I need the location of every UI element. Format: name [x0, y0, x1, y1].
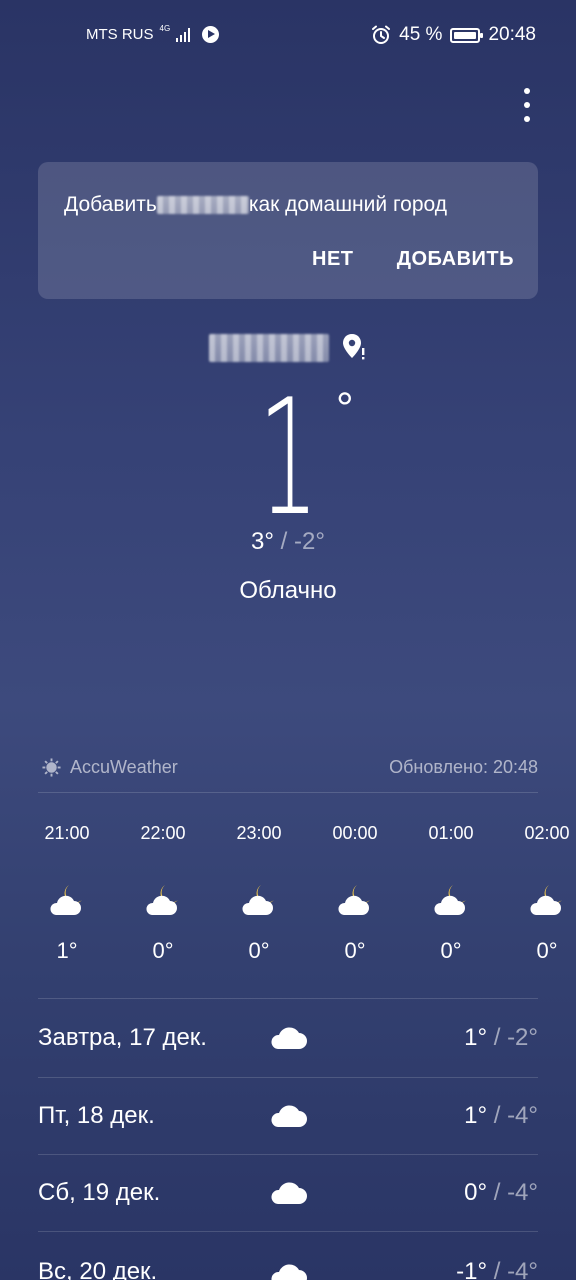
clock: 20:48 — [488, 24, 536, 45]
accuweather-logo-icon — [42, 758, 61, 777]
current-temperature-degree: ° — [336, 384, 354, 433]
status-right: 45 % 20:48 — [371, 24, 536, 46]
hourly-temp: 0° — [152, 938, 174, 963]
add-button[interactable]: ДОБАВИТЬ — [397, 248, 514, 271]
hourly-item: 01:00 0° — [406, 818, 496, 964]
daily-low: -4° — [507, 1102, 538, 1129]
hourly-item: 21:00 1° — [22, 818, 112, 964]
location-pin-icon — [343, 334, 365, 360]
updated-time: Обновлено: 20:48 — [389, 757, 538, 777]
network-type: 4G — [159, 24, 171, 33]
daily-row[interactable]: Сб, 19 дек. 0° / -4° — [38, 1154, 538, 1232]
daily-date: Сб, 19 дек. — [38, 1179, 161, 1206]
current-condition: Облачно — [239, 577, 337, 604]
daily-date: Вс, 20 дек. — [38, 1258, 158, 1280]
today-low: -2° — [294, 528, 325, 555]
today-high: 3° — [251, 528, 274, 555]
daily-date: Пт, 18 дек. — [38, 1102, 155, 1129]
hourly-temp: 0° — [440, 938, 462, 963]
hourly-time: 23:00 — [236, 823, 282, 843]
daily-high: 0° — [464, 1179, 488, 1206]
alarm-icon — [372, 25, 391, 44]
daily-low: -2° — [507, 1024, 538, 1051]
battery-percent: 45 % — [399, 24, 443, 45]
daily-separator: / — [487, 1258, 508, 1280]
daily-high: 1° — [464, 1024, 488, 1051]
hourly-forecast[interactable]: 21:00 1° 22:00 0° 23:00 0° 00:00 0° 01:0… — [0, 818, 576, 978]
cloud-icon — [271, 1027, 307, 1049]
hourly-temp: 0° — [536, 938, 558, 963]
hourly-item: 00:00 0° — [310, 818, 400, 964]
hourly-time: 02:00 — [524, 823, 570, 843]
daily-low: -4° — [507, 1258, 538, 1280]
partly-cloudy-night-icon — [530, 885, 562, 915]
hourly-item: 02:00 0° — [502, 818, 576, 964]
daily-row[interactable]: Пт, 18 дек. 1° / -4° — [38, 1077, 538, 1155]
today-high-low: 3° / -2° — [0, 528, 576, 556]
status-bar: MTS RUS 4G 45 % 20:48 — [0, 0, 576, 72]
status-left: MTS RUS 4G — [86, 24, 220, 43]
hourly-time: 01:00 — [428, 823, 474, 843]
partly-cloudy-night-icon — [242, 885, 274, 915]
more-options-icon[interactable] — [516, 88, 538, 122]
carrier-label: MTS RUS — [86, 26, 154, 43]
hourly-time: 00:00 — [332, 823, 378, 843]
current-temperature: 1 — [258, 364, 320, 551]
divider — [38, 792, 538, 793]
cloud-icon — [271, 1182, 307, 1204]
daily-high: -1° — [456, 1258, 488, 1280]
partly-cloudy-night-icon — [146, 885, 178, 915]
provider-name: AccuWeather — [70, 757, 178, 777]
hourly-temp: 1° — [56, 938, 78, 963]
partly-cloudy-night-icon — [338, 885, 370, 915]
daily-temps: 1° / -4° — [464, 1102, 538, 1130]
hourly-item: 22:00 0° — [118, 818, 208, 964]
prompt-text-prefix: Добавить — [64, 193, 157, 216]
provider[interactable]: AccuWeather — [42, 757, 178, 778]
partly-cloudy-night-icon — [50, 885, 82, 915]
daily-row[interactable]: Завтра, 17 дек. 1° / -2° — [38, 999, 538, 1077]
redacted-city-title — [209, 334, 329, 362]
no-button[interactable]: НЕТ — [312, 248, 354, 271]
play-icon — [202, 26, 220, 43]
prompt-text-suffix: как домашний город — [248, 193, 447, 216]
redacted-city-name — [156, 196, 249, 215]
daily-separator: / — [487, 1179, 508, 1206]
hourly-item: 23:00 0° — [214, 818, 304, 964]
daily-high: 1° — [464, 1102, 488, 1129]
daily-low: -4° — [507, 1179, 538, 1206]
signal-icon — [176, 27, 191, 42]
today-separator: / — [274, 528, 295, 555]
cloud-icon — [271, 1105, 307, 1127]
daily-date: Завтра, 17 дек. — [38, 1024, 207, 1051]
daily-separator: / — [487, 1102, 508, 1129]
daily-row[interactable]: Вс, 20 дек. -1° / -4° — [38, 1231, 538, 1280]
hourly-time: 21:00 — [44, 823, 90, 843]
source-row: AccuWeather Обновлено: 20:48 — [42, 757, 538, 778]
hourly-time: 22:00 — [140, 823, 186, 843]
hourly-temp: 0° — [344, 938, 366, 963]
cloud-icon — [271, 1264, 307, 1280]
battery-icon — [450, 27, 484, 43]
daily-temps: -1° / -4° — [456, 1258, 538, 1280]
daily-separator: / — [487, 1024, 508, 1051]
home-city-prompt: Добавить как домашний город НЕТ ДОБАВИТЬ — [38, 162, 538, 299]
daily-temps: 1° / -2° — [464, 1024, 538, 1052]
city-row[interactable] — [0, 333, 576, 363]
hourly-temp: 0° — [248, 938, 270, 963]
prompt-text: Добавить как домашний город — [64, 193, 447, 217]
daily-temps: 0° / -4° — [464, 1179, 538, 1207]
partly-cloudy-night-icon — [434, 885, 466, 915]
